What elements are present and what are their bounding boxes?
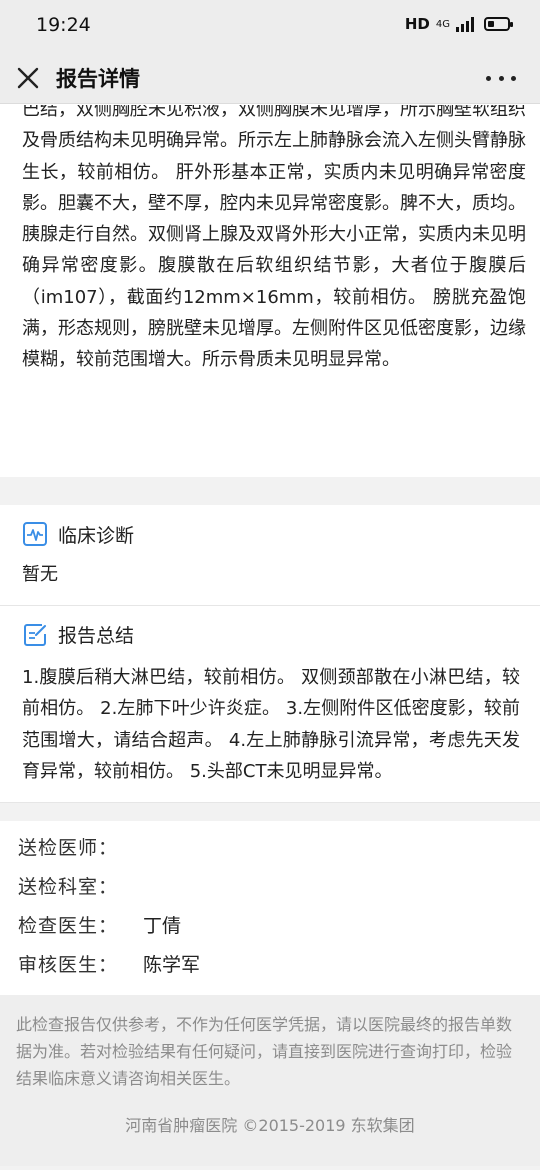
person-value: 陈学军 [143,953,201,976]
network-type: 4G [435,18,450,30]
section-header: 临床诊断 [22,521,520,547]
clinical-diagnosis-text: 暂无 [22,564,58,585]
referring-doctor-row: 送检医师： [18,827,522,866]
section-title: 报告总结 [58,625,135,647]
person-label: 审核医生： [18,953,119,976]
page-title: 报告详情 [56,67,140,91]
hd-indicator: HD [404,15,430,33]
section-title: 临床诊断 [58,524,135,547]
disclaimer-text: 此检查报告仅供参考，不作为任何医学凭据，请以医院最终的报告单数据为准。若对检验结… [0,994,540,1106]
report-content[interactable]: 巴结，双侧胸腔未见积液，双侧胸膜未见增厚，所示胸壁软组织及骨质结构未见明确异常。… [0,105,540,1170]
status-time: 19:24 [36,14,91,36]
personnel-list: 送检医师： 送检科室： 检查医生： 丁倩 审核医生： 陈学军 [0,820,540,995]
referring-department-row: 送检科室： [18,866,522,905]
more-icon[interactable] [486,66,516,90]
examining-doctor-row: 检查医生： 丁倩 [18,905,522,944]
person-label: 检查医生： [18,914,119,937]
status-bar: 19:24 HD 4G [0,0,540,52]
close-icon[interactable] [14,64,42,92]
person-label: 送检医师： [18,836,119,859]
pulse-icon [22,521,48,547]
summary-section: 报告总结 1.腹膜后稍大淋巴结，较前相仿。 双侧颈部散在小淋巴结，较前相仿。 2… [0,605,540,803]
summary-text: 1.腹膜后稍大淋巴结，较前相仿。 双侧颈部散在小淋巴结，较前相仿。 2.左肺下叶… [22,666,520,783]
edit-icon [22,622,48,648]
person-value: 丁倩 [143,914,182,937]
nav-bar: 报告详情 [0,52,540,104]
reviewing-doctor-row: 审核医生： 陈学军 [18,944,522,983]
findings-section: 巴结，双侧胸腔未见积液，双侧胸膜未见增厚，所示胸壁软组织及骨质结构未见明确异常。… [0,105,540,477]
status-icons: HD 4G [404,15,513,33]
battery-icon [484,17,513,31]
person-label: 送检科室： [18,875,119,898]
section-header: 报告总结 [22,622,520,648]
footer-copyright: 河南省肿瘤医院 ©2015-2019 东软集团 [0,1105,540,1166]
signal-icon [456,16,474,32]
clinical-diagnosis-section: 临床诊断 暂无 [0,505,540,606]
findings-text: 巴结，双侧胸腔未见积液，双侧胸膜未见增厚，所示胸壁软组织及骨质结构未见明确异常。… [22,105,526,371]
